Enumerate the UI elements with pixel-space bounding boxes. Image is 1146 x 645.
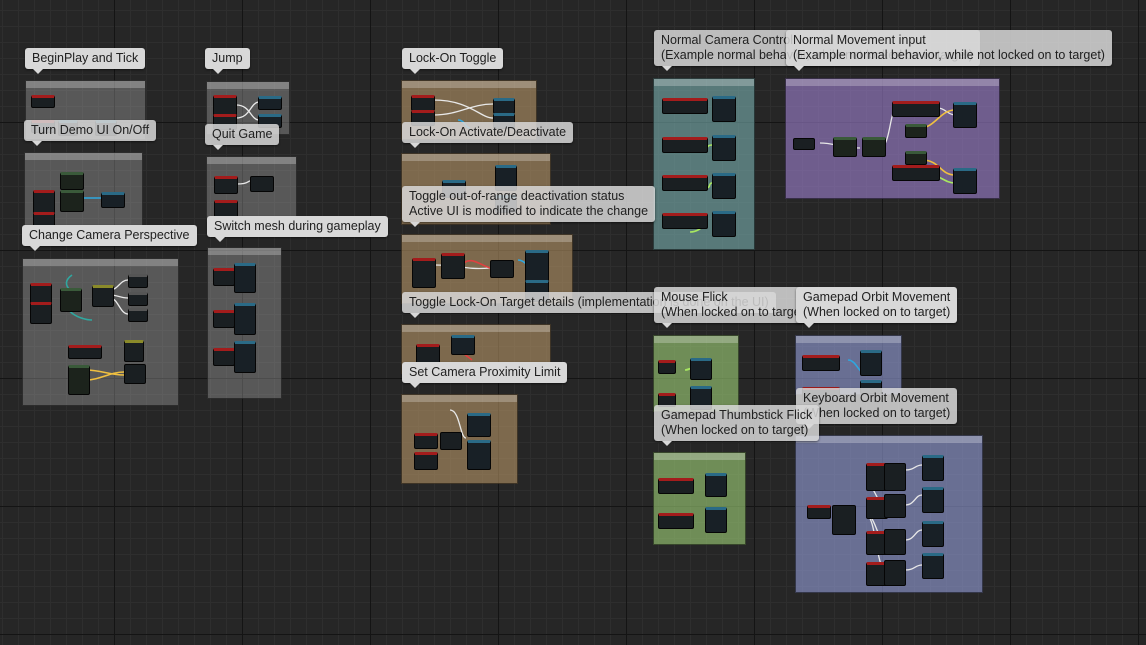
comment-title-gamepad-thumbstick[interactable]: Gamepad Thumbstick Flick (When locked on… [654,405,820,446]
comment-title-normal-movement[interactable]: Normal Movement input (Example normal be… [786,30,1112,71]
event-node[interactable] [892,101,940,117]
event-node[interactable] [214,176,238,194]
event-node[interactable] [213,348,235,366]
function-node[interactable] [953,102,977,128]
variable-node[interactable] [128,274,148,288]
comment-title-mouse-flick[interactable]: Mouse Flick (When locked on to target) [654,287,816,328]
function-node[interactable] [922,455,944,481]
function-node[interactable] [451,335,475,355]
event-node[interactable] [662,213,708,229]
quit-node[interactable] [250,176,274,192]
event-node[interactable] [30,302,52,324]
branch-node[interactable] [68,365,90,395]
comment-title-camera-perspective[interactable]: Change Camera Perspective [22,225,197,251]
function-node[interactable] [440,432,462,450]
branch-node[interactable] [60,172,84,190]
event-node[interactable] [414,452,438,470]
function-node[interactable] [234,341,256,373]
event-node[interactable] [412,258,436,288]
comment-title-jump[interactable]: Jump [205,48,250,74]
comment-title-keyboard-orbit[interactable]: Keyboard Orbit Movement (When locked on … [796,388,958,429]
event-node[interactable] [411,95,435,111]
event-node[interactable] [33,190,55,214]
comment-box-gamepad-thumbstick[interactable] [653,452,746,545]
comment-title-lockon-activate[interactable]: Lock-On Activate/Deactivate [402,122,574,148]
function-node[interactable] [234,263,256,293]
function-node[interactable] [258,96,282,110]
comment-title-switch-mesh[interactable]: Switch mesh during gameplay [207,216,388,242]
branch-node[interactable] [441,253,465,279]
comment-title-toggle-range[interactable]: Toggle out-of-range deactivation status … [402,186,656,227]
event-node[interactable] [213,310,235,328]
branch-node[interactable] [60,288,82,312]
comment-title-demo-ui[interactable]: Turn Demo UI On/Off [24,120,157,146]
function-node[interactable] [884,494,906,518]
function-node[interactable] [490,260,514,278]
branch-node[interactable] [833,137,857,157]
function-node[interactable] [124,364,146,384]
event-node[interactable] [658,360,676,374]
event-node[interactable] [662,137,708,153]
select-node[interactable] [124,340,144,362]
event-node[interactable] [68,345,102,359]
function-node[interactable] [712,96,736,122]
function-node[interactable] [884,463,906,491]
event-node[interactable] [31,95,55,108]
comment-title-proximity[interactable]: Set Camera Proximity Limit [402,362,568,388]
function-node[interactable] [922,487,944,513]
event-node[interactable] [414,433,438,449]
function-node[interactable] [101,192,125,208]
function-node[interactable] [884,560,906,586]
function-node[interactable] [712,135,736,161]
function-node[interactable] [832,505,856,535]
event-node[interactable] [807,505,831,519]
branch-node[interactable] [862,137,886,157]
event-node[interactable] [658,478,694,494]
function-node[interactable] [793,138,815,150]
select-node[interactable] [92,285,114,307]
function-node[interactable] [234,303,256,335]
function-node[interactable] [884,529,906,555]
function-node[interactable] [705,507,727,533]
event-node[interactable] [662,175,708,191]
branch-node[interactable] [905,124,927,138]
function-node[interactable] [712,173,736,199]
function-node[interactable] [953,168,977,194]
branch-node[interactable] [905,151,927,165]
comment-title-beginplay[interactable]: BeginPlay and Tick [25,48,146,74]
function-node[interactable] [467,413,491,437]
variable-node[interactable] [128,308,148,322]
function-node[interactable] [690,358,712,380]
comment-title-gamepad-orbit[interactable]: Gamepad Orbit Movement (When locked on t… [796,287,958,328]
comment-title-lockon-toggle[interactable]: Lock-On Toggle [402,48,504,74]
comment-box-camera-perspective[interactable] [22,258,179,406]
function-node[interactable] [705,473,727,497]
function-node[interactable] [525,250,549,282]
function-node[interactable] [922,521,944,547]
function-node[interactable] [860,350,882,376]
function-node[interactable] [922,553,944,579]
branch-node[interactable] [60,190,84,212]
event-node[interactable] [658,513,694,529]
event-node[interactable] [662,98,708,114]
function-node[interactable] [712,211,736,237]
function-node[interactable] [493,98,515,114]
event-node[interactable] [892,165,940,181]
event-node[interactable] [802,355,840,371]
event-node[interactable] [213,268,235,286]
comment-title-quit-game[interactable]: Quit Game [205,124,280,150]
function-node[interactable] [467,440,491,470]
variable-node[interactable] [128,292,148,306]
